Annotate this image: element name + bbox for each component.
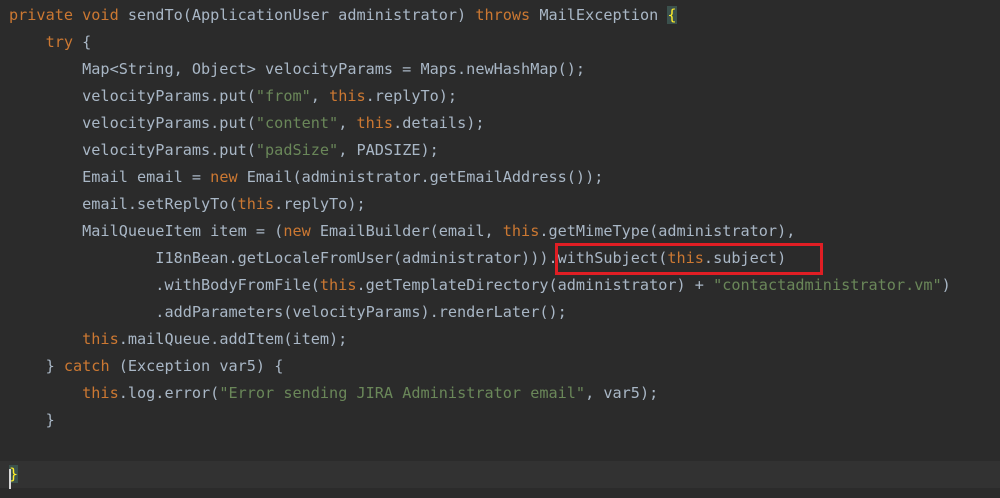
code-line-content: .withBodyFromFile(this.getTemplateDirect… [0,276,951,294]
code-line[interactable]: try { [0,29,1000,56]
code-token: .addParameters(velocityParams).renderLat… [9,303,567,321]
code-line[interactable]: velocityParams.put("from", this.replyTo)… [0,83,1000,110]
code-line[interactable]: } [0,461,1000,488]
code-token: .mailQueue.addItem(item); [118,330,348,348]
code-token: (Exception var5) { [118,357,284,375]
code-line-content: this.mailQueue.addItem(item); [0,330,347,348]
code-line-content: .addParameters(velocityParams).renderLat… [0,303,567,321]
code-token: this [502,222,540,240]
code-line-content: try { [0,33,92,51]
code-line-content: velocityParams.put("padSize", PADSIZE); [0,141,439,159]
code-token: .getTemplateDirectory(administrator) + [356,276,714,294]
code-token: , [338,114,357,132]
code-line[interactable]: email.setReplyTo(this.replyTo); [0,191,1000,218]
code-token: private void [9,6,128,24]
code-line[interactable]: velocityParams.put("padSize", PADSIZE); [0,137,1000,164]
code-token: EmailBuilder(email, [319,222,503,240]
code-line-content: Map<String, Object> velocityParams = Map… [0,60,585,78]
code-line[interactable]: .addParameters(velocityParams).renderLat… [0,299,1000,326]
code-line-content: MailQueueItem item = (new EmailBuilder(e… [0,222,795,240]
code-token: Email email = [9,168,211,186]
code-token: MailException [539,6,668,24]
code-token: Map<String, Object> velocityParams = Map… [9,60,586,78]
code-token: velocityParams.put( [9,141,256,159]
code-token: new [210,168,247,186]
code-line[interactable]: private void sendTo(ApplicationUser admi… [0,2,1000,29]
code-token: .details); [393,114,485,132]
code-token: .replyTo); [365,87,458,105]
code-token: velocityParams.put( [9,114,256,132]
code-token: "from" [255,87,311,105]
code-token: } [9,357,64,375]
code-token: "content" [255,114,339,132]
code-token: this [356,114,394,132]
code-token: throws [475,6,540,24]
code-line-content: } catch (Exception var5) { [0,357,284,375]
code-line-content: Email email = new Email(administrator.ge… [0,168,603,186]
code-line[interactable]: } [0,407,1000,434]
code-token: Email(administrator.getEmailAddress()); [246,168,604,186]
code-token: ) [941,276,951,294]
code-line-content: velocityParams.put("content", this.detai… [0,114,485,132]
code-line[interactable] [0,434,1000,461]
code-line-content: email.setReplyTo(this.replyTo); [0,195,366,213]
code-token: this [9,330,119,348]
code-token: this [319,276,357,294]
code-line[interactable]: .withBodyFromFile(this.getTemplateDirect… [0,272,1000,299]
code-line[interactable]: Map<String, Object> velocityParams = Map… [0,56,1000,83]
code-token: "Error sending JIRA Administrator email" [219,384,586,402]
code-line-content: } [0,411,55,429]
code-line-content: this.log.error("Error sending JIRA Admin… [0,384,658,402]
code-token: { [667,6,677,24]
code-token: .withBodyFromFile( [9,276,320,294]
code-line-content: private void sendTo(ApplicationUser admi… [0,6,677,24]
code-token: new [283,222,320,240]
code-token: email.setReplyTo( [9,195,238,213]
code-line-content [0,438,9,456]
code-token: { [82,33,92,51]
code-token: this [9,384,119,402]
code-token: .getMimeType(administrator), [539,222,796,240]
code-token: .replyTo); [274,195,366,213]
code-token: catch [63,357,119,375]
code-line[interactable]: this.log.error("Error sending JIRA Admin… [0,380,1000,407]
code-editor[interactable]: private void sendTo(ApplicationUser admi… [0,0,1000,498]
code-token: "padSize" [255,141,339,159]
text-caret [9,469,11,489]
code-token: .log.error( [118,384,220,402]
code-token: , var5); [585,384,659,402]
code-line[interactable]: } catch (Exception var5) { [0,353,1000,380]
code-token: , [310,87,330,105]
code-line[interactable]: I18nBean.getLocaleFromUser(administrator… [0,245,1000,272]
code-token: MailQueueItem item = ( [9,222,284,240]
code-token: sendTo(ApplicationUser administrator) [127,6,476,24]
code-token: "contactadministrator.vm" [713,276,942,294]
code-line[interactable]: velocityParams.put("content", this.detai… [0,110,1000,137]
code-token: try [9,33,83,51]
code-line[interactable]: MailQueueItem item = (new EmailBuilder(e… [0,218,1000,245]
code-token: this [329,87,366,105]
code-token: , PADSIZE); [338,141,439,159]
code-token: this [237,195,275,213]
code-token: velocityParams.put( [9,87,256,105]
code-token: } [9,411,55,429]
code-line[interactable]: Email email = new Email(administrator.ge… [0,164,1000,191]
code-line[interactable]: this.mailQueue.addItem(item); [0,326,1000,353]
code-line-content: velocityParams.put("from", this.replyTo)… [0,87,457,105]
annotation-highlight-box [555,243,823,275]
